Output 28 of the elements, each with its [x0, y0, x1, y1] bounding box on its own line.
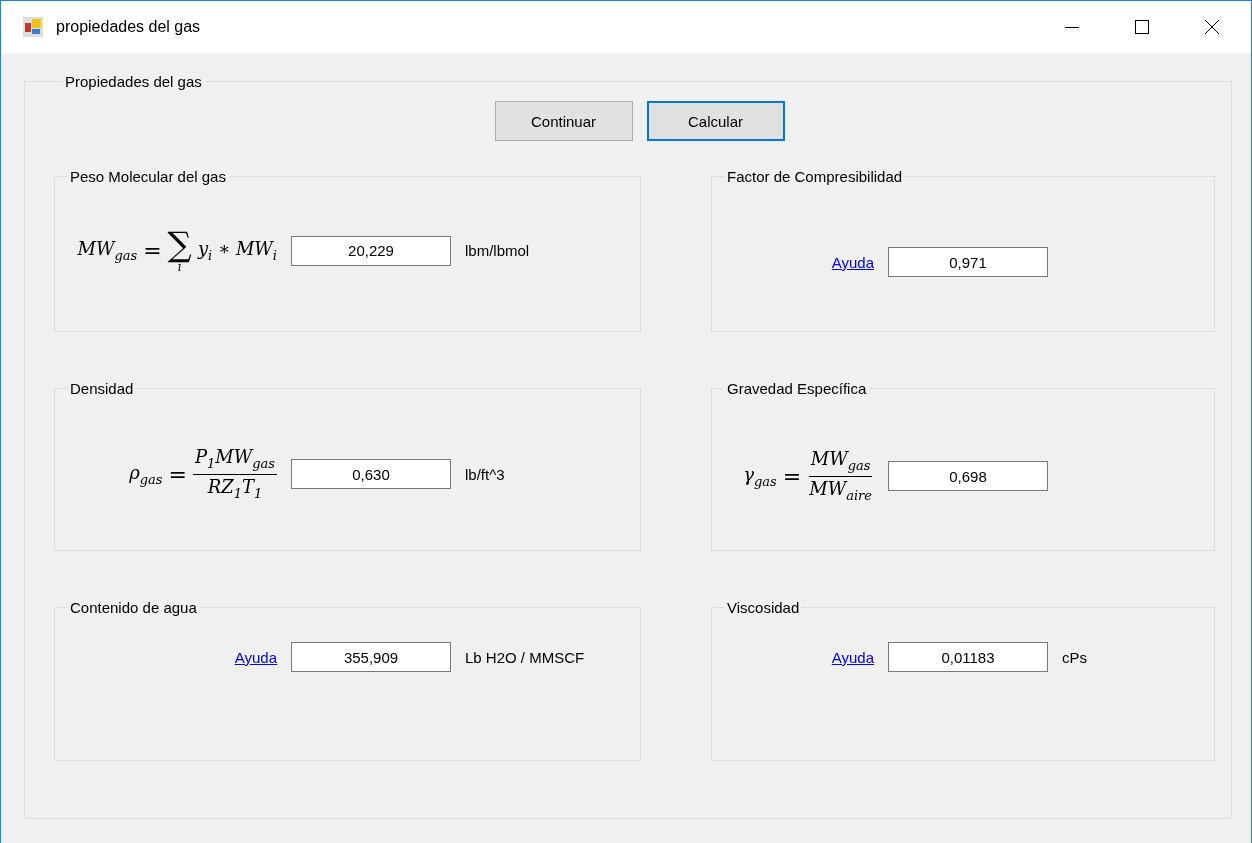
group-title: Gravedad Específica — [726, 380, 868, 397]
unit-label: cPs — [1062, 648, 1088, 666]
group-title: Densidad — [69, 380, 135, 397]
group-title: Factor de Compresibilidad — [726, 168, 904, 185]
app-icon — [23, 17, 43, 37]
close-icon — [1204, 19, 1220, 35]
value-field[interactable]: 0,630 — [291, 459, 451, 490]
minimize-icon — [1065, 26, 1079, 28]
group-title: Viscosidad — [726, 599, 801, 616]
value-field[interactable]: 355,909 — [291, 642, 451, 672]
group-title: Contenido de agua — [69, 599, 198, 616]
group-title: Propiedades del gas — [64, 73, 203, 90]
unit-label: lb/ft^3 — [465, 465, 506, 483]
value-field[interactable]: 0,698 — [888, 461, 1048, 492]
value-field[interactable]: 0,971 — [888, 247, 1048, 277]
window-title: propiedades del gas — [56, 18, 201, 36]
group-title: Peso Molecular del gas — [69, 168, 227, 185]
help-link[interactable]: Ayuda — [234, 648, 277, 666]
action-button[interactable]: Continuar — [494, 101, 633, 141]
value-field[interactable]: 0,01183 — [888, 642, 1048, 672]
action-button[interactable]: Calcular — [646, 101, 785, 141]
math-formula: ρ$_{gas}$ = P$_{1}$MW$_{gas}$ RZ$_{1}$T$_{1}$ — [129, 447, 277, 502]
help-link[interactable]: Ayuda — [831, 648, 874, 666]
value-field[interactable]: 20,229 — [291, 235, 451, 266]
help-link[interactable]: Ayuda — [831, 253, 874, 271]
unit-label: lbm/lbmol — [465, 242, 531, 260]
maximize-icon — [1134, 19, 1150, 35]
unit-label: Lb H2O / MMSCF — [465, 648, 586, 666]
